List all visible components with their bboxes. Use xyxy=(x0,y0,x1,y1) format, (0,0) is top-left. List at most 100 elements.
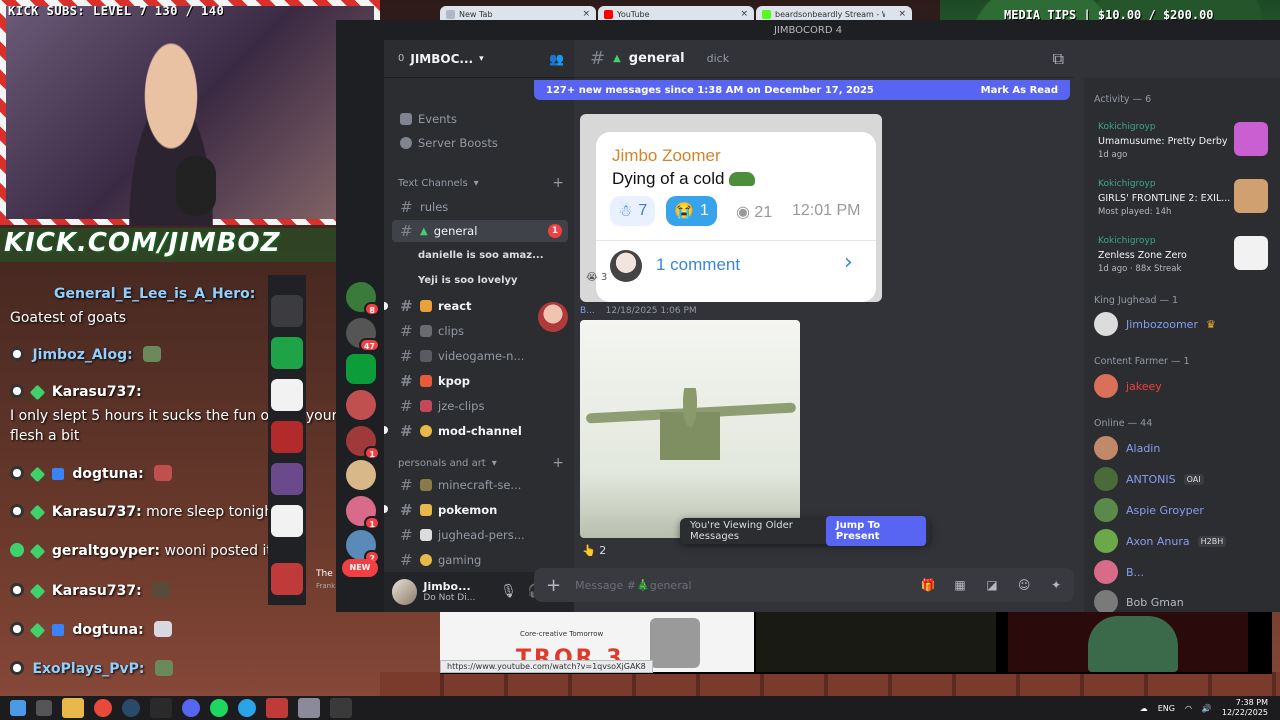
member-item[interactable]: ANTONIS OAI xyxy=(1094,467,1274,491)
message-reaction[interactable]: 👆 2 xyxy=(582,544,606,557)
folder-icon[interactable] xyxy=(271,295,303,327)
server-icon[interactable]: 2 xyxy=(346,530,380,564)
mention-badge: 1 xyxy=(548,224,562,238)
windows-start-icon[interactable] xyxy=(10,700,26,716)
message-author[interactable]: B... xyxy=(580,306,595,316)
server-icon[interactable]: 8 xyxy=(346,282,380,316)
sticker-icon[interactable]: ◪ xyxy=(983,576,1001,594)
server-icon[interactable]: 47 xyxy=(346,318,380,352)
member-item[interactable]: Jimbozoomer ♛ xyxy=(1094,312,1274,336)
add-attachment-icon[interactable]: + xyxy=(546,575,561,596)
channel-videogame[interactable]: # videogame-n... xyxy=(392,345,568,367)
close-tab-icon[interactable]: × xyxy=(898,9,906,19)
discord-icon[interactable] xyxy=(182,699,200,717)
member-item[interactable]: Aspie Groyper xyxy=(1094,498,1274,522)
member-item[interactable]: Bob Gman xyxy=(1094,590,1274,612)
activity-card[interactable]: Kokichigroyp Umamusume: Pretty Derby 1d … xyxy=(1090,120,1270,168)
server-boosts-link[interactable]: Server Boosts xyxy=(392,132,568,154)
server-header[interactable]: 0 JIMBOC... ▾ 👥 xyxy=(384,40,574,78)
add-channel-icon[interactable]: + xyxy=(552,176,564,190)
jump-to-present-button[interactable]: Jump To Present xyxy=(825,516,926,546)
channel-rules[interactable]: # rules xyxy=(392,196,568,218)
terminal-icon[interactable] xyxy=(150,698,172,718)
hash-icon: # xyxy=(400,476,413,494)
mic-icon[interactable]: 🎙 xyxy=(498,581,519,603)
diamond-badge-icon xyxy=(30,384,46,401)
tree-app-icon[interactable] xyxy=(271,505,303,537)
channel-jughead[interactable]: # jughead-pers... xyxy=(392,524,568,546)
gif-attachment[interactable] xyxy=(580,320,800,538)
language-indicator[interactable]: ENG xyxy=(1158,704,1175,713)
gift-icon[interactable]: 🎁 xyxy=(919,576,937,594)
channel-mod-channel[interactable]: # mod-channel xyxy=(392,420,568,442)
new-messages-bar[interactable]: 127+ new messages since 1:38 AM on Decem… xyxy=(534,80,1070,100)
activity-card[interactable]: Kokichigroyp Zenless Zone Zero 1d ago · … xyxy=(1090,234,1270,282)
mark-as-read-button[interactable]: Mark As Read xyxy=(981,85,1058,96)
message-input[interactable] xyxy=(575,578,906,592)
file-explorer-icon[interactable] xyxy=(62,698,84,718)
channel-jze-clips[interactable]: # jze-clips xyxy=(392,395,568,417)
server-icon[interactable] xyxy=(346,460,376,490)
unread-indicator xyxy=(384,302,388,310)
older-messages-text: You're Viewing Older Messages xyxy=(690,520,793,542)
channel-label: react xyxy=(438,299,472,313)
avatar[interactable] xyxy=(538,302,568,332)
thread-item[interactable]: Yeji is soo lovelyy xyxy=(418,275,518,286)
server-icon[interactable]: 1 xyxy=(346,496,380,530)
activity-card[interactable]: Kokichigroyp GIRLS' FRONTLINE 2: EXIL...… xyxy=(1090,177,1270,225)
app-icon[interactable] xyxy=(330,698,352,718)
chat-message: Jimboz_Alog: xyxy=(10,346,162,363)
telegram-icon[interactable] xyxy=(238,699,256,717)
gif-icon[interactable]: ▦ xyxy=(951,576,969,594)
threads-icon[interactable]: ⧉ xyxy=(1053,49,1064,69)
server-icon[interactable]: 1 xyxy=(346,426,380,460)
add-channel-icon[interactable]: + xyxy=(552,456,564,470)
video-thumbnail[interactable] xyxy=(271,563,303,595)
bookmark-icon[interactable] xyxy=(271,337,303,369)
channel-topic[interactable]: dick xyxy=(707,52,729,65)
wifi-icon[interactable]: ◠ xyxy=(1185,704,1192,713)
spotify-icon[interactable] xyxy=(210,699,228,717)
app-icon[interactable] xyxy=(298,698,320,718)
image-embed[interactable]: Jimbo Zoomer Dying of a cold ☃ 7 😭 1 ◉ 2… xyxy=(580,114,882,302)
embed-author: Jimbo Zoomer xyxy=(612,146,721,165)
thread-item[interactable]: danielle is soo amaz... xyxy=(418,250,544,261)
kick-server-icon[interactable] xyxy=(346,354,376,384)
member-item[interactable]: B... xyxy=(1094,560,1274,584)
channel-pokemon[interactable]: # pokemon xyxy=(392,499,568,521)
member-item[interactable]: jakeey xyxy=(1094,374,1274,398)
apps-icon[interactable]: ✦ xyxy=(1047,576,1065,594)
video-thumbnail[interactable] xyxy=(756,612,996,672)
video-thumbnail[interactable] xyxy=(1008,612,1248,672)
emoji-icon[interactable]: ☺ xyxy=(1015,576,1033,594)
chat-username: Karasu737: xyxy=(51,504,142,520)
sword-badge-icon xyxy=(51,468,64,480)
alien-app-icon[interactable] xyxy=(271,379,303,411)
embed-text: Dying of a cold xyxy=(612,169,756,189)
member-item[interactable]: Axon Anura H2BH xyxy=(1094,529,1274,553)
app-icon[interactable] xyxy=(271,463,303,495)
clock[interactable]: 7:38 PM 12/22/2025 xyxy=(1222,698,1268,718)
close-tab-icon[interactable]: × xyxy=(740,9,748,19)
onedrive-icon[interactable]: ☁ xyxy=(1140,704,1148,713)
channel-kpop[interactable]: # kpop xyxy=(392,370,568,392)
invite-people-icon[interactable]: 👥 xyxy=(549,52,564,66)
category-text-channels[interactable]: Text Channels ▾ + xyxy=(398,176,564,190)
steam-icon[interactable] xyxy=(122,699,140,717)
chrome-icon[interactable] xyxy=(94,699,112,717)
activity-header[interactable]: Activity — 6 xyxy=(1094,94,1151,105)
channel-minecraft[interactable]: # minecraft-se... xyxy=(392,474,568,496)
member-item[interactable]: Aladin xyxy=(1094,436,1274,460)
new-servers-pill[interactable]: NEW xyxy=(342,559,378,577)
category-personals[interactable]: personals and art ▾ + xyxy=(398,456,564,470)
volume-icon[interactable]: 🔊 xyxy=(1202,704,1212,713)
christmas-classics-icon[interactable] xyxy=(271,421,303,453)
embed-reaction[interactable]: 😭 3 xyxy=(586,272,607,283)
task-view-icon[interactable] xyxy=(36,700,52,716)
events-link[interactable]: Events xyxy=(392,108,568,130)
close-tab-icon[interactable]: × xyxy=(582,9,590,19)
channel-general[interactable]: # ▲ general 1 xyxy=(392,220,568,242)
app-icon[interactable] xyxy=(266,698,288,718)
server-icon[interactable] xyxy=(346,390,376,420)
avatar[interactable] xyxy=(392,579,418,605)
